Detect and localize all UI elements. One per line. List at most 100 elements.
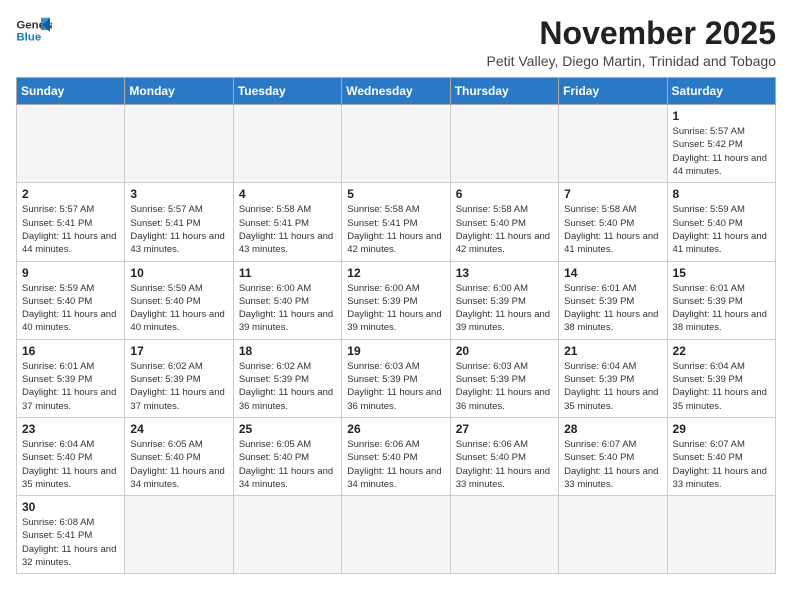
- day-number: 9: [22, 266, 119, 280]
- day-number: 6: [456, 187, 553, 201]
- day-info: Sunrise: 6:00 AMSunset: 5:39 PMDaylight:…: [347, 282, 444, 335]
- empty-cell: [233, 105, 341, 183]
- day-info: Sunrise: 6:00 AMSunset: 5:39 PMDaylight:…: [456, 282, 553, 335]
- day-info: Sunrise: 5:57 AMSunset: 5:42 PMDaylight:…: [673, 125, 770, 178]
- day-cell-18: 18Sunrise: 6:02 AMSunset: 5:39 PMDayligh…: [233, 339, 341, 417]
- day-number: 8: [673, 187, 770, 201]
- day-info: Sunrise: 6:03 AMSunset: 5:39 PMDaylight:…: [456, 360, 553, 413]
- day-number: 12: [347, 266, 444, 280]
- title-section: November 2025 Petit Valley, Diego Martin…: [486, 16, 776, 69]
- day-cell-4: 4 Sunrise: 5:58 AMSunset: 5:41 PMDaylight…: [233, 183, 341, 261]
- day-cell-30: 30 Sunrise: 6:08 AMSunset: 5:41 PMDayligh…: [17, 496, 125, 574]
- day-number: 13: [456, 266, 553, 280]
- day-number: 22: [673, 344, 770, 358]
- empty-cell: [559, 496, 667, 574]
- day-cell-6: 6 Sunrise: 5:58 AMSunset: 5:40 PMDaylight…: [450, 183, 558, 261]
- day-number: 19: [347, 344, 444, 358]
- day-info: Sunrise: 5:57 AMSunset: 5:41 PMDaylight:…: [22, 203, 119, 256]
- day-info: Sunrise: 6:04 AMSunset: 5:39 PMDaylight:…: [564, 360, 661, 413]
- header-friday: Friday: [559, 78, 667, 105]
- day-cell-9: 9 Sunrise: 5:59 AMSunset: 5:40 PMDaylight…: [17, 261, 125, 339]
- day-number: 26: [347, 422, 444, 436]
- empty-cell: [17, 105, 125, 183]
- calendar-row: 16 Sunrise: 6:01 AMSunset: 5:39 PMDayligh…: [17, 339, 776, 417]
- svg-text:Blue: Blue: [16, 32, 41, 44]
- calendar-row: 1Sunrise: 5:57 AMSunset: 5:42 PMDaylight…: [17, 105, 776, 183]
- empty-cell: [125, 496, 233, 574]
- day-number: 24: [130, 422, 227, 436]
- calendar-row: 2 Sunrise: 5:57 AMSunset: 5:41 PMDaylight…: [17, 183, 776, 261]
- day-number: 25: [239, 422, 336, 436]
- day-info: Sunrise: 6:06 AMSunset: 5:40 PMDaylight:…: [456, 438, 553, 491]
- empty-cell: [450, 105, 558, 183]
- day-cell-20: 20 Sunrise: 6:03 AMSunset: 5:39 PMDayligh…: [450, 339, 558, 417]
- empty-cell: [450, 496, 558, 574]
- empty-cell: [559, 105, 667, 183]
- month-title: November 2025: [486, 16, 776, 51]
- day-cell-17: 17 Sunrise: 6:02 AMSunset: 5:39 PMDayligh…: [125, 339, 233, 417]
- day-cell-21: 21Sunrise: 6:04 AMSunset: 5:39 PMDayligh…: [559, 339, 667, 417]
- day-info: Sunrise: 6:04 AMSunset: 5:40 PMDaylight:…: [22, 438, 119, 491]
- day-cell-27: 27 Sunrise: 6:06 AMSunset: 5:40 PMDayligh…: [450, 417, 558, 495]
- header-monday: Monday: [125, 78, 233, 105]
- day-info: Sunrise: 6:08 AMSunset: 5:41 PMDaylight:…: [22, 516, 119, 569]
- day-cell-25: 25 Sunrise: 6:05 AMSunset: 5:40 PMDayligh…: [233, 417, 341, 495]
- day-number: 4: [239, 187, 336, 201]
- empty-cell: [667, 496, 775, 574]
- calendar-row: 23Sunrise: 6:04 AMSunset: 5:40 PMDayligh…: [17, 417, 776, 495]
- day-number: 27: [456, 422, 553, 436]
- day-cell-24: 24 Sunrise: 6:05 AMSunset: 5:40 PMDayligh…: [125, 417, 233, 495]
- day-cell-1: 1Sunrise: 5:57 AMSunset: 5:42 PMDaylight…: [667, 105, 775, 183]
- empty-cell: [342, 105, 450, 183]
- day-number: 28: [564, 422, 661, 436]
- day-number: 30: [22, 500, 119, 514]
- weekday-header-row: Sunday Monday Tuesday Wednesday Thursday…: [17, 78, 776, 105]
- day-info: Sunrise: 6:01 AMSunset: 5:39 PMDaylight:…: [22, 360, 119, 413]
- day-info: Sunrise: 6:05 AMSunset: 5:40 PMDaylight:…: [239, 438, 336, 491]
- day-number: 5: [347, 187, 444, 201]
- day-cell-10: 10Sunrise: 5:59 AMSunset: 5:40 PMDayligh…: [125, 261, 233, 339]
- day-number: 11: [239, 266, 336, 280]
- day-number: 7: [564, 187, 661, 201]
- day-cell-22: 22Sunrise: 6:04 AMSunset: 5:39 PMDayligh…: [667, 339, 775, 417]
- day-info: Sunrise: 6:03 AMSunset: 5:39 PMDaylight:…: [347, 360, 444, 413]
- header-sunday: Sunday: [17, 78, 125, 105]
- day-cell-14: 14 Sunrise: 6:01 AMSunset: 5:39 PMDayligh…: [559, 261, 667, 339]
- empty-cell: [233, 496, 341, 574]
- day-info: Sunrise: 5:59 AMSunset: 5:40 PMDaylight:…: [130, 282, 227, 335]
- day-info: Sunrise: 6:06 AMSunset: 5:40 PMDaylight:…: [347, 438, 444, 491]
- logo: General Blue: [16, 16, 52, 46]
- day-info: Sunrise: 6:02 AMSunset: 5:39 PMDaylight:…: [130, 360, 227, 413]
- day-info: Sunrise: 6:01 AMSunset: 5:39 PMDaylight:…: [673, 282, 770, 335]
- day-info: Sunrise: 6:07 AMSunset: 5:40 PMDaylight:…: [673, 438, 770, 491]
- day-info: Sunrise: 6:02 AMSunset: 5:39 PMDaylight:…: [239, 360, 336, 413]
- calendar-row: 9 Sunrise: 5:59 AMSunset: 5:40 PMDaylight…: [17, 261, 776, 339]
- day-cell-13: 13 Sunrise: 6:00 AMSunset: 5:39 PMDayligh…: [450, 261, 558, 339]
- day-cell-16: 16 Sunrise: 6:01 AMSunset: 5:39 PMDayligh…: [17, 339, 125, 417]
- day-cell-23: 23Sunrise: 6:04 AMSunset: 5:40 PMDayligh…: [17, 417, 125, 495]
- day-info: Sunrise: 6:05 AMSunset: 5:40 PMDaylight:…: [130, 438, 227, 491]
- day-cell-26: 26 Sunrise: 6:06 AMSunset: 5:40 PMDayligh…: [342, 417, 450, 495]
- page-header: General Blue November 2025 Petit Valley,…: [16, 16, 776, 69]
- day-info: Sunrise: 6:01 AMSunset: 5:39 PMDaylight:…: [564, 282, 661, 335]
- day-info: Sunrise: 5:59 AMSunset: 5:40 PMDaylight:…: [673, 203, 770, 256]
- header-thursday: Thursday: [450, 78, 558, 105]
- day-info: Sunrise: 5:58 AMSunset: 5:40 PMDaylight:…: [456, 203, 553, 256]
- day-cell-12: 12 Sunrise: 6:00 AMSunset: 5:39 PMDayligh…: [342, 261, 450, 339]
- day-info: Sunrise: 6:07 AMSunset: 5:40 PMDaylight:…: [564, 438, 661, 491]
- day-info: Sunrise: 5:59 AMSunset: 5:40 PMDaylight:…: [22, 282, 119, 335]
- day-info: Sunrise: 5:58 AMSunset: 5:41 PMDaylight:…: [239, 203, 336, 256]
- day-number: 2: [22, 187, 119, 201]
- day-number: 17: [130, 344, 227, 358]
- day-cell-5: 5Sunrise: 5:58 AMSunset: 5:41 PMDaylight…: [342, 183, 450, 261]
- day-number: 3: [130, 187, 227, 201]
- day-number: 14: [564, 266, 661, 280]
- empty-cell: [125, 105, 233, 183]
- calendar-row: 30 Sunrise: 6:08 AMSunset: 5:41 PMDayligh…: [17, 496, 776, 574]
- day-info: Sunrise: 5:57 AMSunset: 5:41 PMDaylight:…: [130, 203, 227, 256]
- day-number: 29: [673, 422, 770, 436]
- day-number: 20: [456, 344, 553, 358]
- day-cell-7: 7Sunrise: 5:58 AMSunset: 5:40 PMDaylight…: [559, 183, 667, 261]
- day-number: 16: [22, 344, 119, 358]
- day-number: 15: [673, 266, 770, 280]
